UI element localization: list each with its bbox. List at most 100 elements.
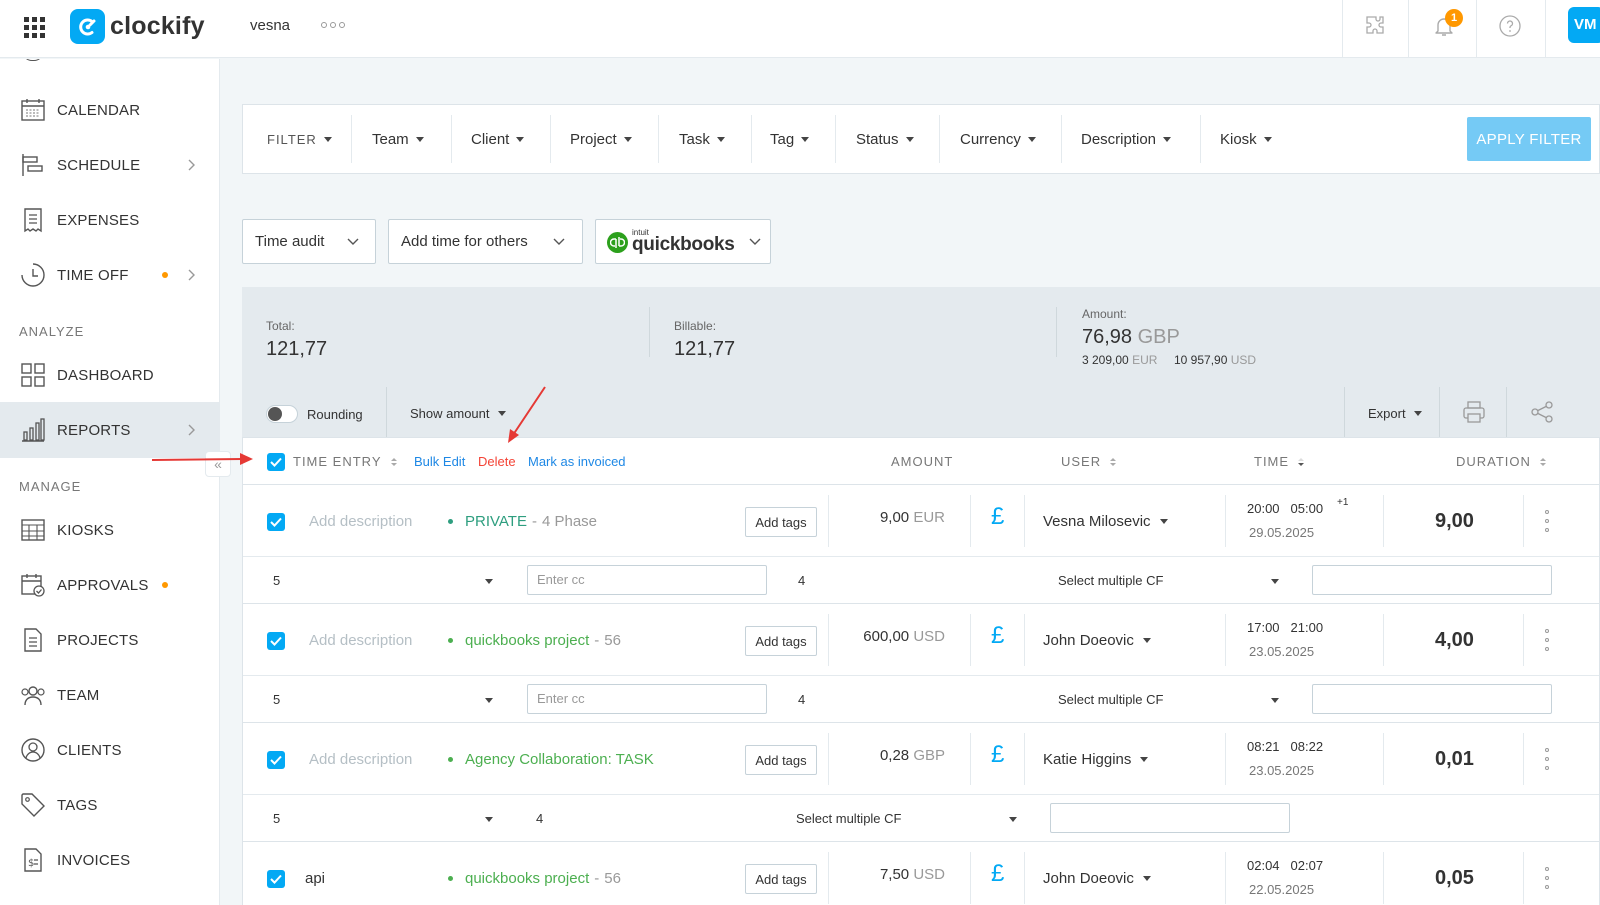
select-multiple-cf[interactable]: Select multiple CF	[1058, 692, 1163, 707]
header-time[interactable]: TIME	[1254, 454, 1305, 469]
billable-pound-icon[interactable]: £	[991, 860, 1004, 888]
caret-down-icon[interactable]	[485, 698, 493, 703]
duration-value[interactable]: 4,00	[1435, 629, 1474, 652]
print-icon[interactable]	[1462, 400, 1486, 424]
cf-text-input[interactable]	[1312, 684, 1552, 714]
add-tags-button[interactable]: Add tags	[745, 507, 817, 537]
project-picker[interactable]: Agency Collaboration: TASK	[448, 751, 654, 768]
user-picker[interactable]: Katie Higgins	[1043, 751, 1149, 768]
cf-text-input[interactable]	[1312, 565, 1552, 595]
caret-down-icon[interactable]	[485, 579, 493, 584]
header-user[interactable]: USER	[1061, 454, 1117, 469]
workspace-menu-icon[interactable]	[321, 22, 345, 28]
cc-input[interactable]: Enter cc	[527, 684, 767, 714]
user-picker[interactable]: John Doeovic	[1043, 632, 1151, 649]
description-input[interactable]: Add description	[309, 513, 412, 530]
row-checkbox[interactable]	[267, 751, 285, 769]
caret-down-icon[interactable]	[1271, 698, 1279, 703]
billable-pound-icon[interactable]: £	[991, 741, 1004, 769]
row-checkbox[interactable]	[267, 513, 285, 531]
billable-pound-icon[interactable]: £	[991, 622, 1004, 650]
mark-as-invoiced-link[interactable]: Mark as invoiced	[528, 454, 626, 469]
rounding-toggle[interactable]	[266, 405, 298, 423]
filter-team[interactable]: Team	[372, 105, 424, 173]
time-range[interactable]: 20:00 05:00	[1247, 501, 1323, 516]
filter-kiosk[interactable]: Kiosk	[1220, 105, 1272, 173]
select-multiple-cf[interactable]: Select multiple CF	[796, 811, 901, 826]
select-all-checkbox[interactable]	[267, 453, 285, 471]
filter-project[interactable]: Project	[570, 105, 632, 173]
caret-down-icon[interactable]	[1271, 579, 1279, 584]
sidebar-item-calendar[interactable]: CALENDAR	[0, 82, 219, 138]
filter-description[interactable]: Description	[1081, 105, 1172, 173]
help-icon[interactable]	[1498, 14, 1522, 38]
workspace-name[interactable]: vesna	[250, 17, 290, 34]
collapse-sidebar-button[interactable]: «	[205, 451, 231, 477]
description-input[interactable]: Add description	[309, 632, 412, 649]
more-options-icon[interactable]	[1545, 510, 1549, 532]
filter-tag[interactable]: Tag	[770, 105, 810, 173]
select-multiple-cf[interactable]: Select multiple CF	[1058, 573, 1163, 588]
more-options-icon[interactable]	[1545, 867, 1549, 889]
sidebar-item-expenses[interactable]: EXPENSES	[0, 192, 219, 248]
add-tags-button[interactable]: Add tags	[745, 745, 817, 775]
sidebar-item-schedule[interactable]: SCHEDULE	[0, 137, 219, 193]
filter-dropdown[interactable]: FILTER	[267, 105, 332, 173]
time-range[interactable]: 17:00 21:00	[1247, 620, 1323, 635]
cc-input[interactable]: Enter cc	[527, 565, 767, 595]
sidebar-item-time-off[interactable]: TIME OFF	[0, 247, 219, 303]
caret-down-icon[interactable]	[485, 817, 493, 822]
project-picker[interactable]: quickbooks project -56	[448, 632, 621, 649]
export-dropdown[interactable]: Export	[1368, 406, 1422, 421]
add-tags-button[interactable]: Add tags	[745, 864, 817, 894]
more-options-icon[interactable]	[1545, 748, 1549, 770]
sidebar-item-team[interactable]: TEAM	[0, 667, 219, 723]
clockify-logo[interactable]: clockify	[70, 9, 205, 44]
project-picker[interactable]: PRIVATE -4 Phase	[448, 513, 597, 530]
project-picker[interactable]: quickbooks project -56	[448, 870, 621, 887]
bulk-edit-link[interactable]: Bulk Edit	[414, 454, 465, 469]
apps-grid-icon[interactable]	[22, 15, 46, 39]
caret-down-icon[interactable]	[1009, 817, 1017, 822]
entry-date[interactable]: 22.05.2025	[1249, 882, 1314, 897]
filter-status[interactable]: Status	[856, 105, 914, 173]
description-input[interactable]: api	[305, 870, 325, 887]
sidebar-item-projects[interactable]: PROJECTS	[0, 612, 219, 668]
show-amount-dropdown[interactable]: Show amount	[410, 406, 506, 421]
sidebar-item-kiosks[interactable]: KIOSKS	[0, 502, 219, 558]
entry-date[interactable]: 23.05.2025	[1249, 763, 1314, 778]
billable-pound-icon[interactable]: £	[991, 503, 1004, 531]
sidebar-item-approvals[interactable]: APPROVALS	[0, 557, 219, 613]
time-range[interactable]: 02:04 02:07	[1247, 858, 1323, 873]
cf-text-input[interactable]	[1050, 803, 1290, 833]
quickbooks-dropdown[interactable]: intuit quickbooks	[595, 219, 771, 264]
duration-value[interactable]: 9,00	[1435, 510, 1474, 533]
filter-task[interactable]: Task	[679, 105, 725, 173]
sidebar-item-clients[interactable]: CLIENTS	[0, 722, 219, 778]
sidebar-item-invoices[interactable]: $ INVOICES	[0, 832, 219, 888]
more-options-icon[interactable]	[1545, 629, 1549, 651]
header-duration[interactable]: DURATION	[1456, 454, 1547, 469]
row-checkbox[interactable]	[267, 632, 285, 650]
entry-date[interactable]: 29.05.2025	[1249, 525, 1314, 540]
entry-date[interactable]: 23.05.2025	[1249, 644, 1314, 659]
add-tags-button[interactable]: Add tags	[745, 626, 817, 656]
description-input[interactable]: Add description	[309, 751, 412, 768]
user-picker[interactable]: John Doeovic	[1043, 870, 1151, 887]
filter-client[interactable]: Client	[471, 105, 525, 173]
sidebar-item-dashboard[interactable]: DASHBOARD	[0, 347, 219, 403]
filter-currency[interactable]: Currency	[960, 105, 1036, 173]
time-range[interactable]: 08:21 08:22	[1247, 739, 1323, 754]
puzzle-icon[interactable]	[1364, 14, 1388, 38]
sidebar-item-reports[interactable]: REPORTS	[0, 402, 219, 458]
time-audit-dropdown[interactable]: Time audit	[242, 219, 376, 264]
share-icon[interactable]	[1530, 400, 1554, 424]
duration-value[interactable]: 0,05	[1435, 867, 1474, 890]
user-picker[interactable]: Vesna Milosevic	[1043, 513, 1168, 530]
user-avatar[interactable]: VM	[1568, 7, 1600, 43]
row-checkbox[interactable]	[267, 870, 285, 888]
sidebar-item-tags[interactable]: TAGS	[0, 777, 219, 833]
header-time-entry[interactable]: TIME ENTRY	[293, 454, 398, 469]
add-time-for-others-dropdown[interactable]: Add time for others	[388, 219, 583, 264]
apply-filter-button[interactable]: APPLY FILTER	[1467, 117, 1591, 161]
